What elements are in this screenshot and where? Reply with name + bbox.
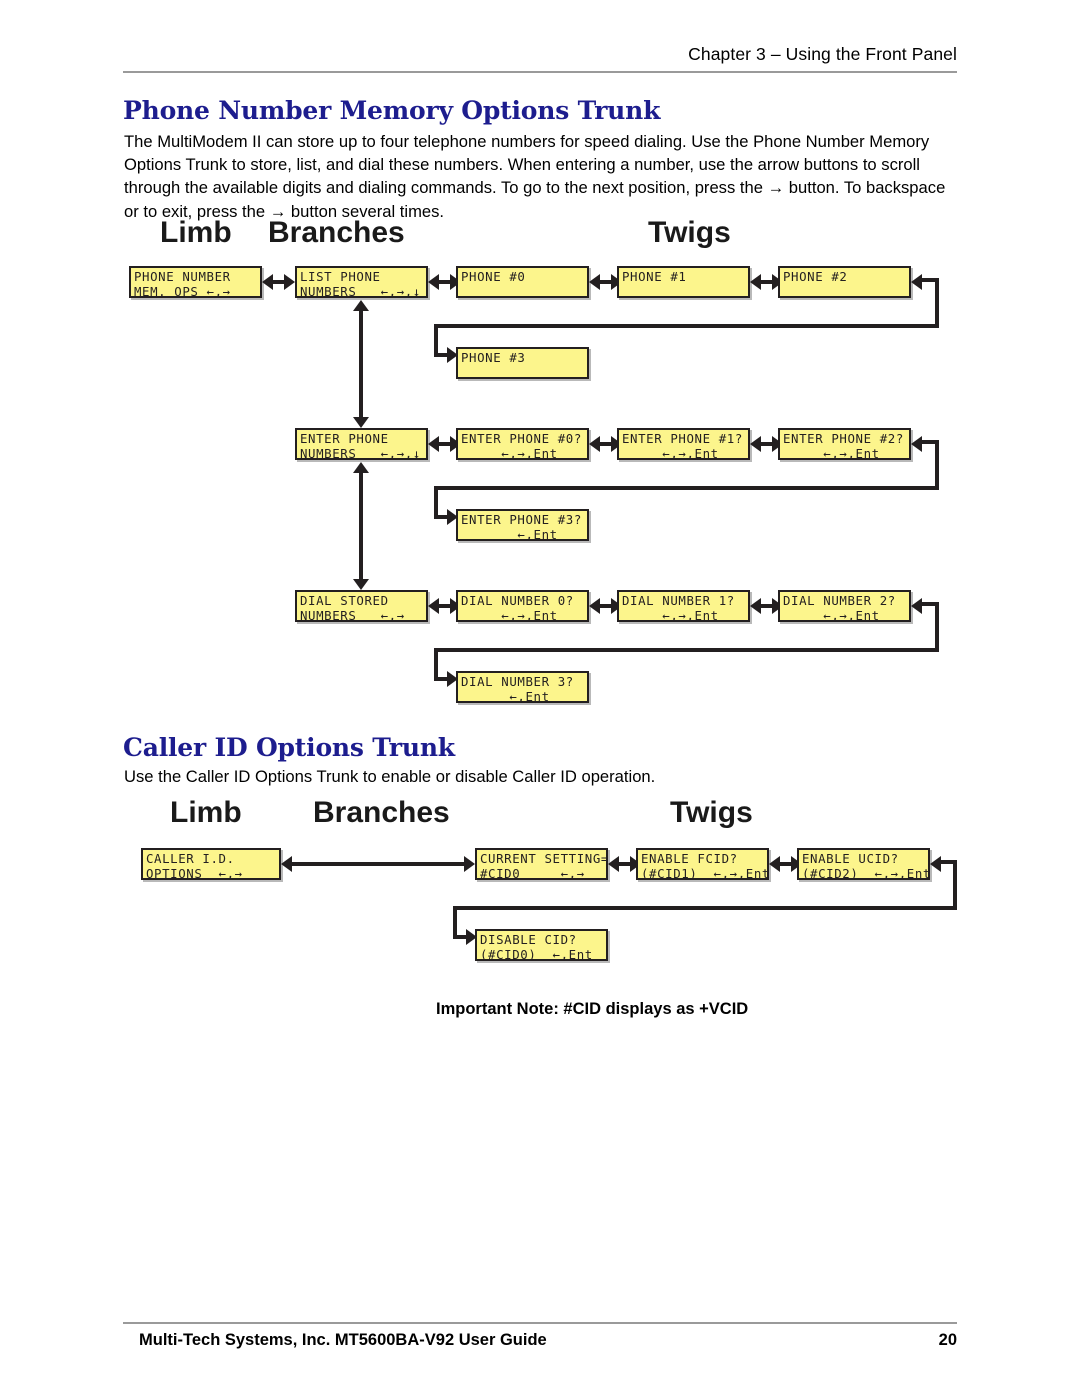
connector-bar [359, 310, 363, 418]
connector-enter-to-dial [353, 462, 369, 590]
lcd-line1: ENTER PHONE #2? [783, 431, 904, 446]
wrap1-seg-right [935, 278, 939, 328]
lcd-line1: LIST PHONE [300, 269, 381, 284]
page-header-chapter: Chapter 3 – Using the Front Panel [688, 44, 957, 64]
lcd-line2: OPTIONS ←,→ [146, 865, 243, 880]
lcd-line2: ←,→,Ent [783, 607, 880, 622]
arrow-left-icon-wrap2 [911, 436, 922, 452]
wrap4-seg-mid [453, 906, 957, 910]
lcd-disable-cid: DISABLE CID? (#CID0) ←,Ent [475, 929, 608, 961]
arrow-left-icon-wrap1 [911, 274, 922, 290]
lcd-enable-ucid: ENABLE UCID? (#CID2) ←,→,Ent [797, 848, 930, 880]
lcd-line1: PHONE NUMBER [134, 269, 231, 284]
lcd-line1: DIAL NUMBER 2? [783, 593, 896, 608]
lcd-line1: ENTER PHONE [300, 431, 389, 446]
important-note: Important Note: #CID displays as +VCID [436, 1000, 749, 1018]
lcd-dial-stored-numbers: DIAL STORED NUMBERS ←,→ [295, 590, 428, 622]
header-divider [123, 71, 957, 73]
lcd-dial-number-1: DIAL NUMBER 1? ←,→,Ent [617, 590, 750, 622]
connector-bar [359, 472, 363, 580]
arrow-down-icon [353, 579, 369, 590]
lcd-line2: (#CID2) ←,→,Ent [802, 865, 930, 880]
lcd-line1: ENABLE UCID? [802, 851, 899, 866]
lcd-line1: PHONE #2 [783, 269, 848, 284]
document-page: Chapter 3 – Using the Front Panel Phone … [0, 0, 1080, 1397]
wrap2-seg-right [935, 440, 939, 490]
lcd-line1: PHONE #1 [622, 269, 687, 284]
diagram1-column-branches: Branches [268, 216, 405, 249]
lcd-phone-0: PHONE #0 [456, 266, 589, 298]
lcd-enter-phone-2: ENTER PHONE #2? ←,→,Ent [778, 428, 911, 460]
lcd-dial-number-0: DIAL NUMBER 0? ←,→,Ent [456, 590, 589, 622]
lcd-line2: ←,Ent [461, 688, 550, 703]
lcd-line1: DIAL NUMBER 0? [461, 593, 574, 608]
wrap1-seg-mid [434, 324, 939, 328]
lcd-line1: PHONE #3 [461, 350, 526, 365]
arrow-down-icon [353, 417, 369, 428]
diagram2-column-branches: Branches [313, 796, 450, 829]
lcd-current-setting: CURRENT SETTING= #CID0 ←,→ [475, 848, 608, 880]
lcd-line2: NUMBERS ←,→,↓ [300, 283, 421, 298]
arrow-left-icon-wrap4 [930, 856, 941, 872]
lcd-line1: DIAL NUMBER 1? [622, 593, 735, 608]
lcd-line1: ENTER PHONE #0? [461, 431, 582, 446]
section-body-caller-id: Use the Caller ID Options Trunk to enabl… [124, 767, 656, 786]
lcd-line2: ←,Ent [461, 526, 558, 541]
lcd-enter-phone-0: ENTER PHONE #0? ←,→,Ent [456, 428, 589, 460]
lcd-line2: ←,→,Ent [622, 607, 719, 622]
lcd-line2: (#CID1) ←,→,Ent [641, 865, 769, 880]
wrap2-seg-mid [434, 486, 939, 490]
arrow-right-icon [284, 274, 295, 290]
lcd-line2: ←,→,Ent [783, 445, 880, 460]
connector-bar [291, 862, 465, 866]
lcd-list-phone-numbers: LIST PHONE NUMBERS ←,→,↓ [295, 266, 428, 298]
diagram2-column-limb: Limb [170, 796, 242, 829]
lcd-line1: PHONE #0 [461, 269, 526, 284]
lcd-line2: ←,→,Ent [461, 445, 558, 460]
lcd-phone-3: PHONE #3 [456, 347, 589, 379]
lcd-phone-1: PHONE #1 [617, 266, 750, 298]
footer-divider [123, 1322, 957, 1324]
lcd-enter-phone-3: ENTER PHONE #3? ←,Ent [456, 509, 589, 541]
lcd-enable-fcid: ENABLE FCID? (#CID1) ←,→,Ent [636, 848, 769, 880]
section-title-caller-id: Caller ID Options Trunk [123, 733, 455, 762]
lcd-line2: (#CID0) ←,Ent [480, 946, 593, 961]
footer-page-number: 20 [938, 1331, 957, 1349]
lcd-line2: NUMBERS ←,→,↓ [300, 445, 421, 460]
arrow-left-icon-wrap3 [911, 598, 922, 614]
lcd-line2: MEM. OPS ←,→ [134, 283, 231, 298]
section-title-phone-number-memory: Phone Number Memory Options Trunk [123, 96, 661, 125]
lcd-line2: ←,→,Ent [461, 607, 558, 622]
lcd-line2: #CID0 ←,→ [480, 865, 585, 880]
lcd-line1: DISABLE CID? [480, 932, 577, 947]
footer-document-title: Multi-Tech Systems, Inc. MT5600BA-V92 Us… [139, 1331, 547, 1349]
wrap4-seg-right [953, 860, 957, 910]
connector-list-to-enter [353, 300, 369, 428]
lcd-line1: ENTER PHONE #3? [461, 512, 582, 527]
connector-limb-to-list [262, 274, 295, 290]
lcd-phone-2: PHONE #2 [778, 266, 911, 298]
lcd-line1: CURRENT SETTING= [480, 851, 608, 866]
arrow-right-icon [464, 856, 475, 872]
diagram1-column-limb: Limb [160, 216, 232, 249]
connector-callerid-to-current [281, 856, 475, 872]
lcd-line1: ENTER PHONE #1? [622, 431, 743, 446]
diagram1-column-twigs: Twigs [648, 216, 731, 249]
lcd-line1: ENABLE FCID? [641, 851, 738, 866]
lcd-enter-phone-numbers: ENTER PHONE NUMBERS ←,→,↓ [295, 428, 428, 460]
diagram2-column-twigs: Twigs [670, 796, 753, 829]
lcd-caller-id-options: CALLER I.D. OPTIONS ←,→ [141, 848, 281, 880]
lcd-dial-number-3: DIAL NUMBER 3? ←,Ent [456, 671, 589, 703]
section-body-phone-number-memory: The MultiModem II can store up to four t… [124, 132, 946, 221]
lcd-line1: CALLER I.D. [146, 851, 235, 866]
wrap3-seg-mid [434, 648, 939, 652]
lcd-line2: ←,→,Ent [622, 445, 719, 460]
lcd-line1: DIAL STORED [300, 593, 389, 608]
lcd-dial-number-2: DIAL NUMBER 2? ←,→,Ent [778, 590, 911, 622]
lcd-phone-number-mem-ops: PHONE NUMBER MEM. OPS ←,→ [129, 266, 262, 298]
wrap3-seg-right [935, 602, 939, 652]
lcd-line2: NUMBERS ←,→ [300, 607, 405, 622]
lcd-enter-phone-1: ENTER PHONE #1? ←,→,Ent [617, 428, 750, 460]
lcd-line1: DIAL NUMBER 3? [461, 674, 574, 689]
